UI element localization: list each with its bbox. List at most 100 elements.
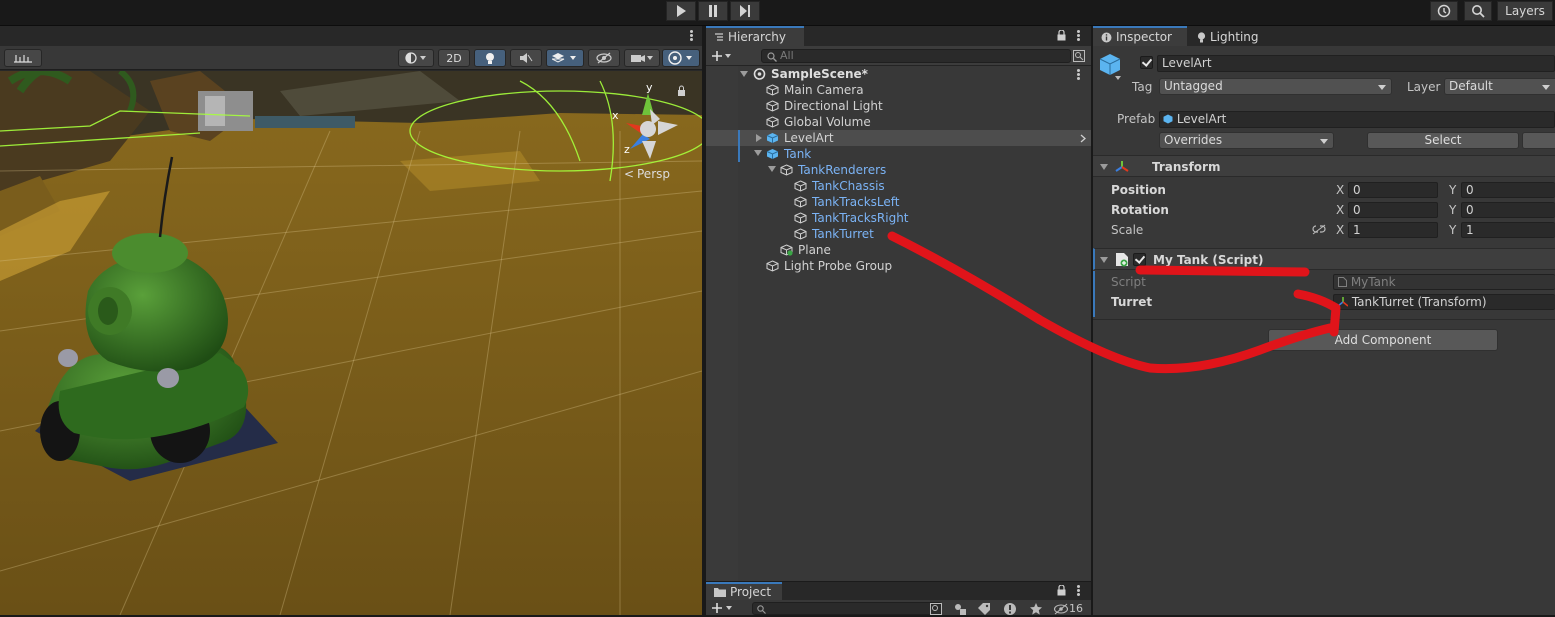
- hierarchy-menu-icon[interactable]: [1077, 30, 1080, 41]
- tab-lighting[interactable]: Lighting: [1189, 26, 1283, 46]
- lighting-toggle-button[interactable]: [474, 49, 506, 67]
- step-button[interactable]: [730, 1, 760, 21]
- rotation-x-field[interactable]: 0: [1348, 202, 1438, 218]
- audio-toggle-button[interactable]: [510, 49, 542, 67]
- camera-settings-button[interactable]: [624, 49, 660, 67]
- transform-header[interactable]: Transform: [1093, 155, 1555, 177]
- turret-object-field[interactable]: TankTurret (Transform): [1333, 294, 1555, 310]
- history-button[interactable]: [1430, 1, 1458, 21]
- project-create-button[interactable]: [712, 602, 738, 615]
- tag-dropdown[interactable]: Untagged: [1159, 78, 1392, 95]
- hierarchy-row-scene[interactable]: SampleScene*: [706, 66, 1091, 82]
- scene-viewport[interactable]: x y z < Persp: [0, 71, 702, 615]
- prefab-cube-icon: [1163, 114, 1173, 124]
- cs-script-icon: [1338, 277, 1347, 287]
- lightbulb-icon: [1197, 31, 1206, 42]
- scale-label: Scale: [1111, 223, 1144, 237]
- layers-dropdown[interactable]: Layers: [1497, 1, 1553, 21]
- step-icon: [740, 5, 750, 17]
- play-button[interactable]: [666, 1, 696, 21]
- scene-menu-icon[interactable]: [1077, 69, 1080, 80]
- position-x-field[interactable]: 0: [1348, 182, 1438, 198]
- hidden-objects-button[interactable]: [588, 49, 620, 67]
- warning-icon[interactable]: [1004, 603, 1016, 615]
- constrain-proportions-icon[interactable]: [1312, 224, 1326, 235]
- grid-snap-button[interactable]: [4, 49, 42, 67]
- project-menu-icon[interactable]: [1077, 585, 1080, 596]
- tab-inspector[interactable]: Inspector: [1093, 26, 1187, 46]
- scale-y-value: 1: [1466, 223, 1474, 237]
- add-component-button[interactable]: Add Component: [1268, 329, 1498, 351]
- hierarchy-item-label: Global Volume: [784, 115, 871, 129]
- hierarchy-row[interactable]: TankTracksRight: [706, 210, 1091, 226]
- main-toolbar: Layers: [0, 0, 1555, 26]
- collapse-arrow-icon[interactable]: [740, 71, 748, 77]
- position-y-field[interactable]: 0: [1461, 182, 1555, 198]
- prefab-asset-field[interactable]: LevelArt: [1159, 111, 1555, 128]
- pause-button[interactable]: [698, 1, 728, 21]
- hierarchy-row[interactable]: TankTurret: [706, 226, 1091, 242]
- prefab-cube-icon: [766, 149, 779, 159]
- hierarchy-row[interactable]: Main Camera: [706, 82, 1091, 98]
- filter-type-icon[interactable]: [954, 603, 966, 615]
- lock-icon[interactable]: [1057, 585, 1066, 596]
- hierarchy-search-input[interactable]: All: [761, 49, 1071, 63]
- expand-arrow-icon[interactable]: [756, 134, 762, 142]
- toggle-2d-button[interactable]: 2D: [438, 49, 470, 67]
- rotation-y-field[interactable]: 0: [1461, 202, 1555, 218]
- hidden-packages-icon[interactable]: [1054, 603, 1068, 615]
- active-checkbox[interactable]: [1140, 56, 1153, 69]
- hierarchy-row[interactable]: Light Probe Group: [706, 258, 1091, 274]
- search-options-icon[interactable]: [930, 603, 942, 615]
- tab-hierarchy[interactable]: Hierarchy: [706, 26, 804, 46]
- axis-x-label: X: [1336, 183, 1345, 197]
- hierarchy-search-placeholder: All: [780, 49, 794, 62]
- axis-y-label: Y: [1449, 223, 1457, 237]
- hierarchy-row[interactable]: Plane: [706, 242, 1091, 258]
- hierarchy-row[interactable]: TankTracksLeft: [706, 194, 1091, 210]
- tab-lighting-label: Lighting: [1210, 30, 1259, 44]
- scene-menu-icon[interactable]: [690, 30, 693, 41]
- collapse-arrow-icon[interactable]: [1100, 164, 1108, 170]
- layer-dropdown[interactable]: Default: [1444, 78, 1555, 95]
- hierarchy-row-selected[interactable]: LevelArt: [706, 130, 1091, 146]
- chevron-right-icon[interactable]: [1080, 134, 1086, 143]
- tag-icon[interactable]: [978, 603, 990, 615]
- effects-layers-icon: [552, 53, 576, 63]
- search-icon: [1472, 5, 1485, 18]
- open-prefab-button[interactable]: [1522, 132, 1555, 149]
- create-button[interactable]: [712, 48, 738, 63]
- hierarchy-row[interactable]: TankChassis: [706, 178, 1091, 194]
- star-icon[interactable]: [1030, 603, 1042, 615]
- select-button[interactable]: Select: [1367, 132, 1519, 149]
- script-component-header[interactable]: My Tank (Script): [1093, 248, 1555, 270]
- hierarchy-row[interactable]: Global Volume: [706, 114, 1091, 130]
- shading-mode-button[interactable]: [398, 49, 434, 67]
- collapse-arrow-icon[interactable]: [768, 166, 776, 172]
- hierarchy-row[interactable]: Tank: [706, 146, 1091, 162]
- tab-project[interactable]: Project: [706, 582, 782, 600]
- lock-icon[interactable]: [1057, 30, 1066, 41]
- scale-y-field[interactable]: 1: [1461, 222, 1555, 238]
- gizmo-y-label: y: [646, 81, 653, 94]
- collapse-arrow-icon[interactable]: [754, 150, 762, 156]
- overrides-dropdown[interactable]: Overrides: [1159, 132, 1334, 149]
- component-enabled-checkbox[interactable]: [1133, 253, 1146, 266]
- effects-dropdown-button[interactable]: [546, 49, 584, 67]
- script-reference-field: MyTank: [1333, 274, 1555, 290]
- scale-x-field[interactable]: 1: [1348, 222, 1438, 238]
- gizmos-dropdown-button[interactable]: [662, 49, 700, 67]
- search-options-icon[interactable]: [1073, 50, 1085, 62]
- ruler-icon: [14, 55, 32, 63]
- persp-label[interactable]: Persp: [637, 167, 670, 181]
- search-button[interactable]: [1464, 1, 1492, 21]
- project-search-input[interactable]: [752, 602, 942, 615]
- transform-axes-icon: [1115, 161, 1129, 172]
- object-name-field[interactable]: LevelArt: [1157, 55, 1555, 72]
- hierarchy-row[interactable]: TankRenderers: [706, 162, 1091, 178]
- hierarchy-item-label: TankRenderers: [798, 163, 887, 177]
- project-panel: Project 16: [706, 581, 1091, 615]
- prefab-cube-icon: [766, 133, 779, 143]
- collapse-arrow-icon[interactable]: [1100, 257, 1108, 263]
- hierarchy-row[interactable]: Directional Light: [706, 98, 1091, 114]
